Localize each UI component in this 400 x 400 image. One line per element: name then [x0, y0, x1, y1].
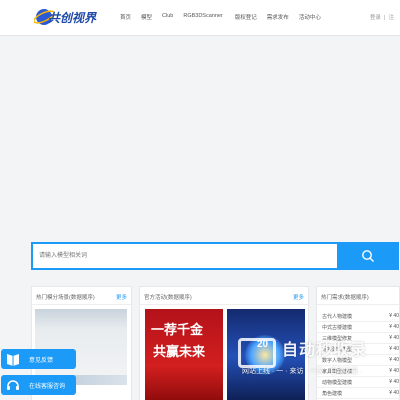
demand-price: ¥ 40 — [389, 313, 399, 319]
feedback-label: 意见反馈 — [29, 358, 54, 364]
nav-scanner[interactable]: RGB3DScanner — [183, 13, 222, 21]
top-header: 共创视界 首页 模型 Club RGB3DScanner 版权登记 需求发布 活… — [0, 0, 400, 36]
more-link[interactable]: 更多 — [293, 293, 304, 301]
search-icon — [362, 250, 374, 262]
demand-price: ¥ 40 — [389, 324, 399, 330]
online-service-button[interactable]: 在线客服咨询 — [1, 375, 76, 395]
book-icon — [7, 354, 19, 366]
search-bar — [31, 242, 399, 270]
list-item[interactable]: 古代人物建模 ¥ 40 — [317, 311, 400, 322]
nav-demand[interactable]: 需求发布 — [267, 13, 289, 21]
watermark-logo-icon — [238, 338, 276, 368]
register-link[interactable]: 注 — [388, 15, 394, 21]
card-title: 热门需求(数据顺序) — [321, 295, 369, 301]
service-label: 在线客服咨询 — [29, 384, 66, 390]
page: 共创视界 首页 模型 Club RGB3DScanner 版权登记 需求发布 活… — [0, 0, 400, 400]
card-title: 官方活动(数据顺序) — [144, 295, 192, 301]
watermark-subtitle: 网站上线 · 一 · 来访 · 一次 · 自动收录 · — [242, 368, 363, 375]
nav-club[interactable]: Club — [162, 13, 173, 21]
watermark-title: 自动秒收录 — [282, 342, 368, 359]
demand-price: ¥ 40 — [389, 379, 399, 385]
demand-name: 古代人物建模 — [322, 314, 353, 320]
search-button[interactable] — [337, 242, 399, 270]
poster-line-2: 共赢未来 — [153, 345, 206, 360]
list-item[interactable]: 动物模型建模 ¥ 40 — [317, 377, 400, 388]
demand-price: ¥ 40 — [389, 390, 399, 396]
nav-copyright[interactable]: 版权登记 — [235, 13, 257, 21]
card-header: 官方活动(数据顺序) 更多 — [140, 287, 308, 305]
poster-line-1: 一荐千金 — [151, 323, 204, 338]
demand-name: 中式古楼建模 — [322, 325, 353, 331]
logo-text: 共创视界 — [48, 11, 97, 25]
demand-name: 动物模型建模 — [322, 380, 353, 386]
nav-models[interactable]: 模型 — [141, 13, 152, 21]
auth-links: 登录 | 注 — [369, 15, 394, 21]
feedback-button[interactable]: 意见反馈 — [1, 349, 76, 369]
search-input[interactable] — [39, 249, 329, 263]
banner-area — [0, 37, 400, 237]
site-logo[interactable]: 共创视界 — [34, 6, 96, 30]
card-header: 热门模分场景(数据顺序) 更多 — [32, 287, 131, 305]
headset-icon — [7, 380, 19, 390]
event-poster-red[interactable]: 一荐千金 共赢未来 — [145, 309, 223, 400]
demand-name: 角色建模 — [322, 391, 343, 397]
card-title: 热门模分场景(数据顺序) — [36, 295, 95, 301]
nav-home[interactable]: 首页 — [120, 13, 131, 21]
watermark: 自动秒收录 网站上线 · 一 · 来访 · 一次 · 自动收录 · — [238, 336, 398, 376]
more-link[interactable]: 更多 — [116, 293, 127, 301]
main-nav: 首页 模型 Club RGB3DScanner 版权登记 需求发布 活动中心 — [120, 13, 331, 21]
login-link[interactable]: 登录 — [370, 15, 381, 21]
list-item[interactable]: 角色建模 ¥ 40 — [317, 388, 400, 399]
list-item[interactable]: 中式古楼建模 ¥ 40 — [317, 322, 400, 333]
nav-events[interactable]: 活动中心 — [299, 13, 321, 21]
card-header: 热门需求(数据顺序) — [317, 287, 399, 305]
